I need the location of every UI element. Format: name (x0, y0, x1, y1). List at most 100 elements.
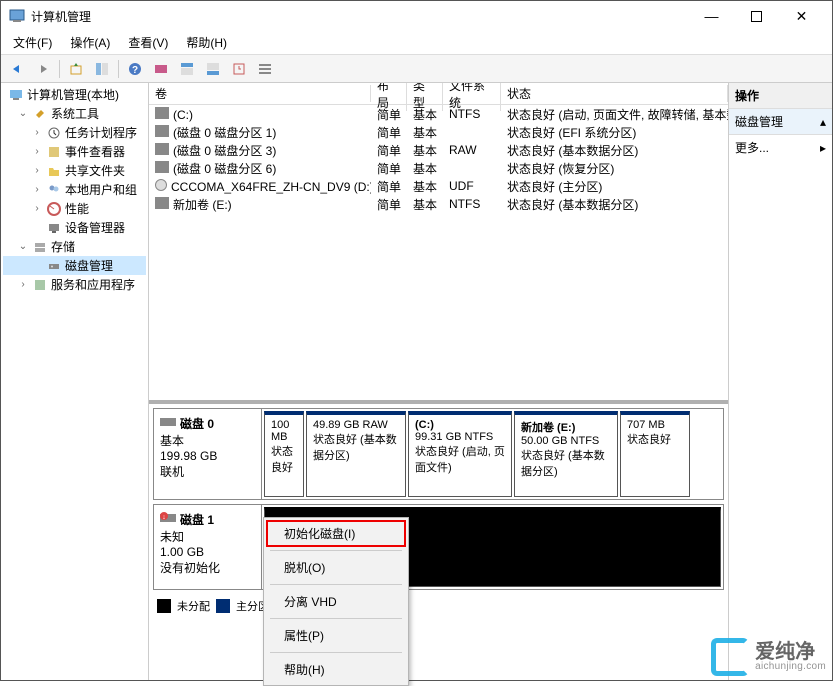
hdd-icon (155, 197, 169, 209)
header-status[interactable]: 状态 (501, 85, 728, 102)
collapse-icon: ▴ (820, 115, 826, 129)
tree-device-manager[interactable]: › 设备管理器 (3, 218, 146, 237)
tree-event-viewer[interactable]: › 事件查看器 (3, 142, 146, 161)
partition-size: 707 MB (627, 419, 683, 431)
close-button[interactable]: ✕ (779, 2, 824, 30)
tree-task-scheduler[interactable]: › 任务计划程序 (3, 123, 146, 142)
clock-icon (46, 125, 62, 141)
volume-status: 状态良好 (恢复分区) (501, 160, 728, 177)
partition-size: 100 MB (271, 419, 297, 443)
legend: 未分配 主分区 (149, 594, 728, 618)
volume-row[interactable]: (磁盘 0 磁盘分区 6)简单基本状态良好 (恢复分区) (149, 159, 728, 177)
partition[interactable]: 707 MB状态良好 (620, 411, 690, 497)
cd-icon (155, 179, 167, 191)
show-hide-tree-button[interactable] (90, 58, 114, 80)
tree-root[interactable]: 计算机管理(本地) (3, 85, 146, 104)
app-icon (9, 8, 25, 24)
volume-row[interactable]: 新加卷 (E:)简单基本NTFS状态良好 (基本数据分区) (149, 195, 728, 213)
expand-icon[interactable]: › (31, 184, 43, 195)
volume-row[interactable]: (磁盘 0 磁盘分区 1)简单基本状态良好 (EFI 系统分区) (149, 123, 728, 141)
partition[interactable]: 49.89 GB RAW状态良好 (基本数据分区) (306, 411, 406, 497)
disk-0-size: 199.98 GB (160, 449, 255, 463)
view-top-button[interactable] (175, 58, 199, 80)
separator (270, 584, 402, 585)
volume-name: (磁盘 0 磁盘分区 3) (173, 144, 276, 158)
disk-1-type: 未知 (160, 528, 255, 545)
actions-more-label: 更多... (735, 139, 769, 156)
menu-file[interactable]: 文件(F) (7, 32, 58, 53)
header-volume[interactable]: 卷 (149, 85, 371, 102)
tree-shared-folders[interactable]: › 共享文件夹 (3, 161, 146, 180)
menu-help[interactable]: 帮助(H) (180, 32, 233, 53)
expand-icon[interactable]: › (17, 279, 29, 290)
collapse-icon[interactable]: ⌄ (17, 108, 29, 119)
expand-icon[interactable]: › (31, 165, 43, 176)
ctx-detach-vhd[interactable]: 分离 VHD (266, 588, 406, 615)
tree-label: 共享文件夹 (65, 162, 125, 179)
tree-label: 存储 (51, 238, 75, 255)
ctx-help[interactable]: 帮助(H) (266, 656, 406, 683)
volume-status: 状态良好 (基本数据分区) (501, 142, 728, 159)
expand-icon[interactable]: › (31, 203, 43, 214)
ctx-properties[interactable]: 属性(P) (266, 622, 406, 649)
volume-fs: RAW (443, 143, 501, 157)
ctx-initialize-disk[interactable]: 初始化磁盘(I) (266, 520, 406, 547)
volume-type: 基本 (407, 178, 443, 195)
actions-header: 操作 (729, 83, 832, 109)
list-button[interactable] (253, 58, 277, 80)
navigation-tree[interactable]: 计算机管理(本地) ⌄ 系统工具 › 任务计划程序 › 事件查看器 › 共享文件… (1, 83, 149, 680)
actions-pane: 操作 磁盘管理 ▴ 更多... ▸ (729, 83, 832, 680)
ctx-offline[interactable]: 脱机(O) (266, 554, 406, 581)
volume-name: (磁盘 0 磁盘分区 6) (173, 162, 276, 176)
disk-icon (46, 258, 62, 274)
up-button[interactable] (64, 58, 88, 80)
expand-icon[interactable]: › (31, 146, 43, 157)
separator (270, 618, 402, 619)
tree-services-apps[interactable]: › 服务和应用程序 (3, 275, 146, 294)
tree-label: 服务和应用程序 (51, 276, 135, 293)
forward-button[interactable] (31, 58, 55, 80)
menu-action[interactable]: 操作(A) (64, 32, 116, 53)
partition[interactable]: (C:)99.31 GB NTFS状态良好 (启动, 页面文件) (408, 411, 512, 497)
expand-icon[interactable]: › (31, 127, 43, 138)
volume-row[interactable]: (C:)简单基本NTFS状态良好 (启动, 页面文件, 故障转储, 基本数据分区… (149, 105, 728, 123)
hdd-icon (155, 143, 169, 155)
menu-view[interactable]: 查看(V) (122, 32, 174, 53)
partition-status: 状态良好 (基本数据分区) (313, 431, 399, 463)
view-bottom-button[interactable] (201, 58, 225, 80)
tree-local-users[interactable]: › 本地用户和组 (3, 180, 146, 199)
volume-layout: 简单 (371, 196, 407, 213)
partition[interactable]: 100 MB状态良好 (264, 411, 304, 497)
disk-error-icon: ↓ (160, 511, 176, 528)
tree-system-tools[interactable]: ⌄ 系统工具 (3, 104, 146, 123)
services-icon (32, 277, 48, 293)
volume-row[interactable]: (磁盘 0 磁盘分区 3)简单基本RAW状态良好 (基本数据分区) (149, 141, 728, 159)
disk-1-row[interactable]: ↓ 磁盘 1 未知 1.00 GB 没有初始化 (153, 504, 724, 590)
partition-status: 状态良好 (基本数据分区) (521, 447, 611, 479)
tree-label: 磁盘管理 (65, 257, 113, 274)
maximize-button[interactable] (734, 2, 779, 30)
volume-name: 新加卷 (E:) (173, 198, 232, 212)
tree-disk-management[interactable]: › 磁盘管理 (3, 256, 146, 275)
back-button[interactable] (5, 58, 29, 80)
minimize-button[interactable]: — (689, 2, 734, 30)
volume-layout: 简单 (371, 106, 407, 123)
settings-button[interactable] (149, 58, 173, 80)
partition[interactable]: 新加卷 (E:)50.00 GB NTFS状态良好 (基本数据分区) (514, 411, 618, 497)
refresh-button[interactable] (227, 58, 251, 80)
tree-performance[interactable]: › 性能 (3, 199, 146, 218)
tree-storage[interactable]: ⌄ 存储 (3, 237, 146, 256)
disk-0-row[interactable]: 磁盘 0 基本 199.98 GB 联机 100 MB状态良好49.89 GB … (153, 408, 724, 500)
collapse-icon[interactable]: ⌄ (17, 241, 29, 252)
actions-disk-mgmt[interactable]: 磁盘管理 ▴ (729, 109, 832, 135)
actions-more[interactable]: 更多... ▸ (729, 135, 832, 160)
computer-icon (8, 87, 24, 103)
tree-label: 性能 (65, 200, 89, 217)
partition-title: 新加卷 (E:) (521, 419, 611, 435)
help-button[interactable]: ? (123, 58, 147, 80)
volume-list[interactable]: 卷 布局 类型 文件系统 状态 (C:)简单基本NTFS状态良好 (启动, 页面… (149, 83, 728, 400)
partition-status: 状态良好 (启动, 页面文件) (415, 443, 505, 475)
chevron-right-icon: ▸ (820, 141, 826, 155)
tree-label: 任务计划程序 (65, 124, 137, 141)
volume-row[interactable]: CCCOMA_X64FRE_ZH-CN_DV9 (D:)简单基本UDF状态良好 … (149, 177, 728, 195)
